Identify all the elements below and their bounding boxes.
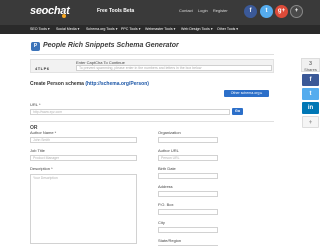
main-content: P People Rich Snippets Schema Generator … (30, 35, 274, 246)
nav-ppc-tools[interactable]: PPC Tools ▾ (121, 27, 141, 31)
po-box-input[interactable] (158, 209, 218, 215)
nav-web-design-tools[interactable]: Web Design Tools ▾ (181, 27, 213, 31)
nav-other-tools[interactable]: Other Tools ▾ (217, 27, 238, 31)
top-bar: seochat Free Tools Beta Contact Login Re… (0, 0, 320, 25)
share-facebook-icon[interactable]: f (302, 74, 319, 86)
google-plus-icon[interactable]: g+ (275, 5, 288, 18)
po-box-label: P.O. Box (158, 202, 174, 207)
url-input[interactable]: http://www.xyz.com (30, 109, 230, 115)
or-divider (30, 121, 274, 122)
city-input[interactable] (158, 227, 218, 233)
other-schemas-button[interactable]: Other schema.org ▸ (224, 90, 269, 97)
job-title-input[interactable]: Product Manager (30, 155, 137, 161)
nav-social-media[interactable]: Social Media ▾ (56, 27, 79, 31)
city-label: City (158, 220, 165, 225)
plus-icon[interactable]: + (290, 5, 303, 18)
logo-dot-icon (62, 14, 66, 18)
url-label: URL * (30, 102, 41, 107)
nav-schema-tools[interactable]: Schema.org Tools ▾ (86, 27, 118, 31)
share-counter: 3 Shares (301, 58, 320, 72)
organization-label: Organization (158, 130, 181, 135)
birth-date-label: Birth Date (158, 166, 176, 171)
address-label: Address (158, 184, 173, 189)
create-schema-label: Create Person schema (http://schema.org/… (30, 81, 149, 87)
schema-org-link[interactable]: (http://schema.org/Person) (85, 81, 149, 87)
facebook-icon[interactable]: f (244, 5, 257, 18)
organization-input[interactable] (158, 137, 218, 143)
captcha-input[interactable]: To prevent spamming, please enter in the… (76, 65, 272, 71)
site-logo[interactable]: seochat (30, 5, 70, 18)
birth-date-input[interactable] (158, 173, 218, 179)
contact-link[interactable]: Contact (179, 8, 193, 13)
register-link[interactable]: Register (213, 8, 228, 13)
twitter-icon[interactable]: t (260, 5, 273, 18)
description-textarea[interactable]: Your Description (30, 174, 137, 244)
state-region-label: State/Region (158, 238, 182, 243)
top-links: Contact Login Register (179, 8, 232, 13)
share-more-icon[interactable]: + (302, 116, 319, 128)
page: seochat Free Tools Beta Contact Login Re… (0, 0, 320, 246)
page-title: People Rich Snippets Schema Generator (43, 42, 179, 49)
main-nav: SEO Tools ▾ Social Media ▾ Schema.org To… (0, 25, 320, 34)
login-link[interactable]: Login (198, 8, 208, 13)
title-divider (30, 54, 274, 55)
captcha-code: 4TLP6 (35, 66, 50, 71)
share-linkedin-icon[interactable]: in (302, 102, 319, 114)
nav-seo-tools[interactable]: SEO Tools ▾ (30, 27, 50, 31)
job-title-label: Job Title (30, 148, 45, 153)
author-url-label: Author URL (158, 148, 179, 153)
author-url-input[interactable]: Person URL (158, 155, 218, 161)
description-label: Description * (30, 166, 53, 171)
author-name-label: Author Name * (30, 130, 57, 135)
person-icon: P (31, 42, 40, 51)
share-count-label: Shares (304, 67, 317, 72)
address-input[interactable] (158, 191, 218, 197)
share-twitter-icon[interactable]: t (302, 88, 319, 100)
free-tools-label: Free Tools Beta (97, 8, 135, 14)
author-name-input[interactable]: John Smith (30, 137, 137, 143)
go-button[interactable]: Go (232, 108, 243, 115)
nav-webmaster-tools[interactable]: Webmaster Tools ▾ (145, 27, 175, 31)
create-schema-text: Create Person schema (30, 81, 84, 87)
